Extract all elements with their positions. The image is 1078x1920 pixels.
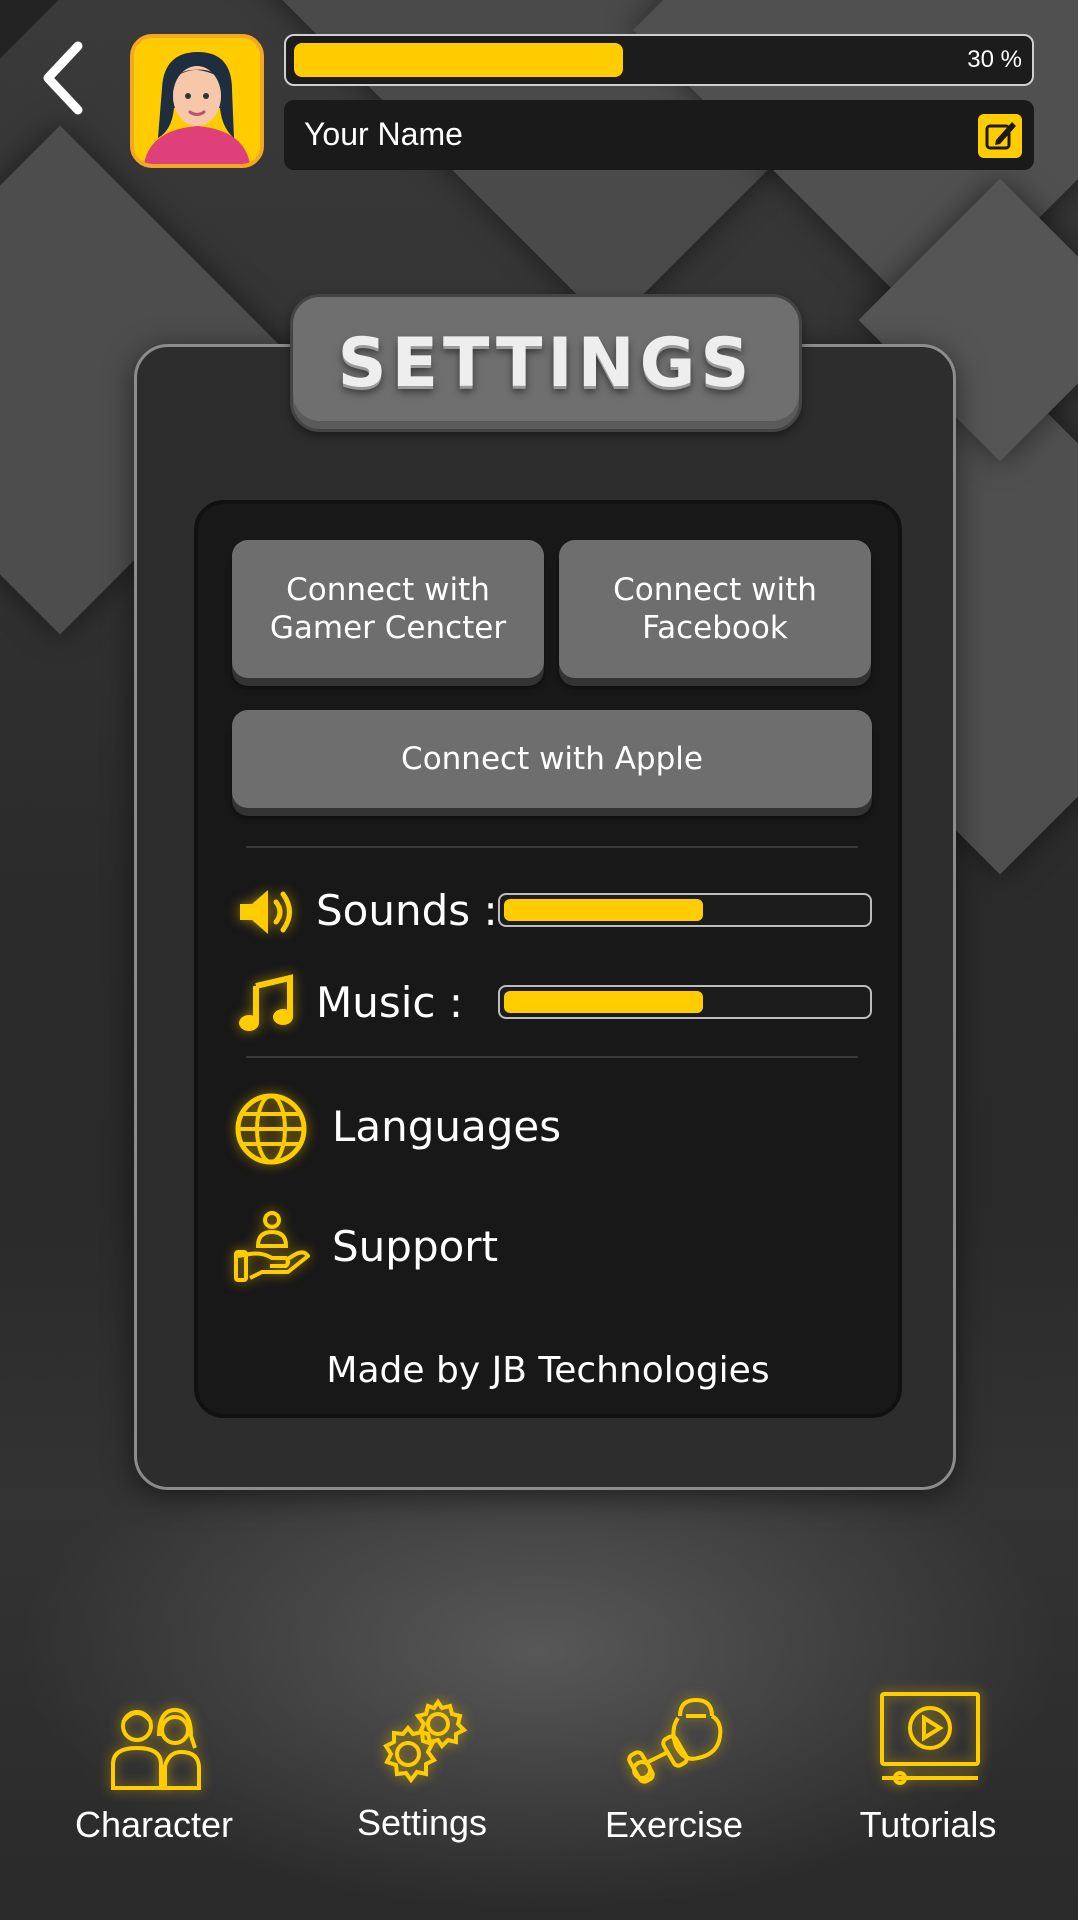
music-slider[interactable] [498, 985, 872, 1019]
gears-icon [383, 1698, 468, 1784]
divider [246, 1056, 858, 1058]
connect-facebook-label-line2: Facebook [642, 610, 788, 646]
support-label: Support [332, 1222, 499, 1271]
page-title: SETTINGS [337, 323, 755, 403]
connect-gamecenter-label-line2: Gamer Cencter [269, 610, 507, 646]
pencil-edit-icon [985, 122, 1016, 150]
sounds-slider-fill [504, 899, 703, 921]
connect-gamecenter-button[interactable]: Connect with Gamer Cencter [232, 540, 544, 678]
support-hand-icon [232, 1206, 312, 1290]
music-slider-fill [504, 991, 703, 1013]
avatar[interactable] [130, 34, 264, 168]
nav-label-exercise: Exercise [604, 1804, 744, 1845]
experience-progress-fill [294, 43, 623, 77]
languages-label: Languages [332, 1102, 562, 1151]
connect-facebook-label-line1: Connect with [613, 572, 817, 608]
experience-progress-text: 30 % [967, 46, 1022, 73]
globe-icon [234, 1092, 308, 1170]
connect-apple-label: Connect with Apple [401, 741, 703, 777]
settings-title-plate: SETTINGS [290, 294, 802, 432]
nav-label-tutorials: Tutorials [859, 1804, 997, 1845]
nav-label-character: Character [74, 1804, 234, 1845]
edit-name-button[interactable] [978, 114, 1022, 158]
connect-gamecenter-label-line1: Connect with [286, 572, 490, 608]
sounds-label: Sounds : [316, 886, 498, 935]
nav-label-settings: Settings [356, 1802, 488, 1843]
avatar-portrait-icon [134, 38, 260, 164]
kettlebell-icon [627, 1697, 723, 1784]
credits-text: Made by JB Technologies [326, 1350, 770, 1391]
character-icon [111, 1707, 201, 1790]
back-button[interactable] [36, 38, 96, 118]
speaker-icon [236, 884, 296, 944]
chevron-left-icon [43, 41, 83, 115]
connect-facebook-button[interactable]: Connect with Facebook [559, 540, 871, 678]
connect-apple-button[interactable]: Connect with Apple [232, 710, 872, 808]
player-name-text: Your Name [304, 116, 463, 152]
music-label: Music : [316, 978, 463, 1027]
player-name-field[interactable]: Your Name [284, 100, 1034, 170]
music-note-icon [238, 972, 298, 1038]
sounds-slider[interactable] [498, 893, 872, 927]
video-icon [880, 1692, 980, 1785]
divider [246, 846, 858, 848]
experience-progress-bar: 30 % [284, 34, 1034, 86]
